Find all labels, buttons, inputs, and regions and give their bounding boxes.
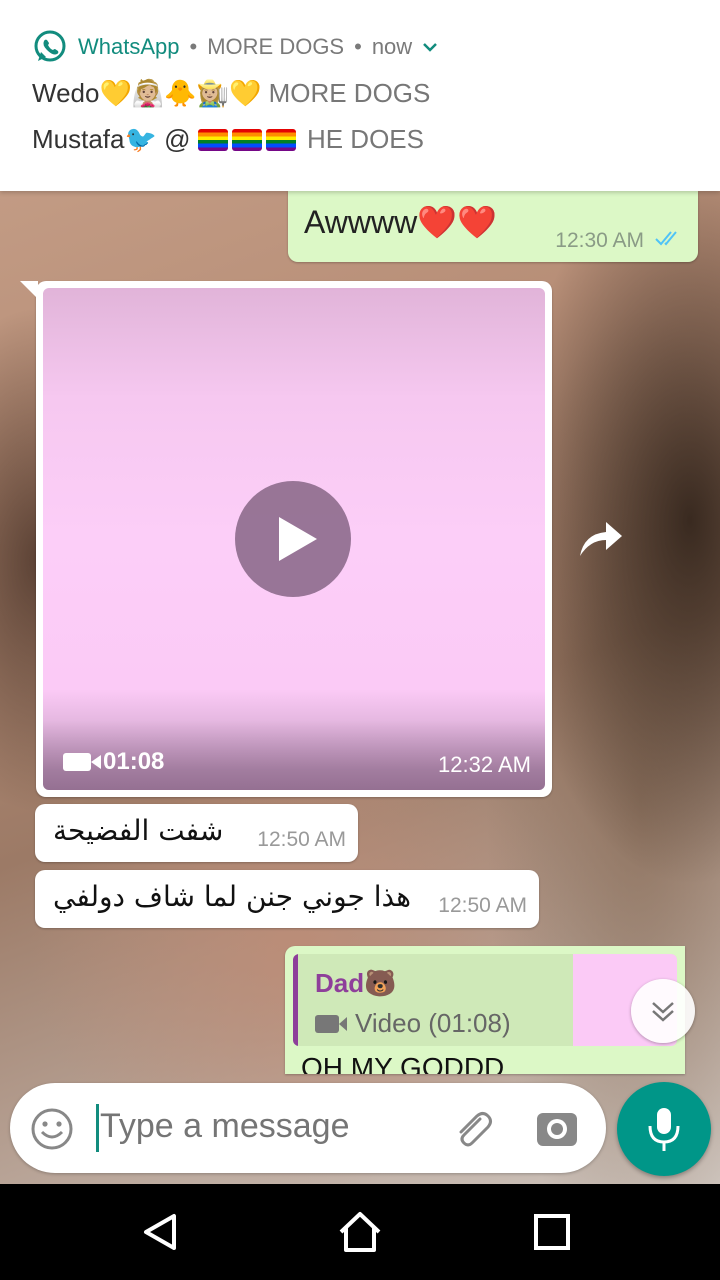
- message-bubble-incoming[interactable]: هذا جوني جنن لما شاف دولفي 12:50 AM: [35, 870, 539, 928]
- notification-header: WhatsApp • MORE DOGS • now: [32, 30, 438, 64]
- reply-message-bubble[interactable]: Dad🐻 Video (01:08) OH MY GODDD: [285, 946, 685, 1074]
- read-ticks-icon: [655, 231, 677, 246]
- camera-icon[interactable]: [536, 1109, 578, 1147]
- mic-button[interactable]: [617, 1082, 711, 1176]
- play-icon[interactable]: [235, 481, 351, 597]
- quote-author: Dad🐻: [315, 968, 397, 998]
- scroll-down-icon: [652, 1002, 674, 1022]
- message-composer: [10, 1083, 606, 1173]
- system-navigation-bar: [0, 1184, 720, 1280]
- video-thumbnail[interactable]: 01:08 12:32 AM: [43, 288, 545, 790]
- heads-up-notification[interactable]: WhatsApp • MORE DOGS • now Wedo💛👰🏼🐥👩🏼‍🌾💛…: [0, 0, 720, 191]
- video-message-bubble[interactable]: 01:08 12:32 AM: [20, 281, 552, 797]
- message-text: Awwww❤️❤️: [304, 204, 497, 240]
- emoji-icon[interactable]: [30, 1107, 74, 1151]
- message-time: 12:30 AM: [555, 229, 644, 252]
- chevron-down-icon[interactable]: [422, 41, 438, 53]
- notification-sender: Wedo💛👰🏼🐥👩🏼‍🌾💛: [32, 78, 262, 108]
- nav-back-icon[interactable]: [136, 1208, 184, 1256]
- whatsapp-icon: [34, 30, 66, 62]
- message-text: هذا جوني جنن لما شاف دولفي: [53, 880, 412, 913]
- notification-text: HE DOES: [306, 124, 424, 154]
- video-duration: 01:08: [63, 748, 164, 776]
- notification-group: MORE DOGS: [207, 34, 345, 59]
- notification-text: MORE DOGS: [268, 78, 431, 108]
- message-bubble-outgoing[interactable]: Awwww❤️❤️ 12:30 AM: [288, 191, 698, 262]
- attach-icon[interactable]: [450, 1107, 496, 1153]
- quote-text: Video (01:08): [355, 1008, 511, 1038]
- scroll-down-button[interactable]: [631, 979, 695, 1043]
- message-text: OH MY GODDD: [301, 1052, 505, 1074]
- message-time: 12:50 AM: [257, 828, 346, 851]
- message-input[interactable]: [100, 1107, 420, 1146]
- notification-app-name: WhatsApp: [78, 34, 180, 59]
- nav-recents-icon[interactable]: [528, 1208, 576, 1256]
- message-time: 12:32 AM: [438, 752, 531, 777]
- notification-time: now: [371, 34, 413, 59]
- separator-dot: •: [354, 34, 362, 59]
- notification-message-1: Wedo💛👰🏼🐥👩🏼‍🌾💛 MORE DOGS: [32, 78, 430, 109]
- video-camera-icon: [63, 753, 101, 771]
- rainbow-flag-icon: [265, 129, 296, 151]
- message-text: شفت الفضيحة: [53, 814, 224, 847]
- rainbow-flag-icon: [197, 129, 228, 151]
- notification-sender: Mustafa🐦 @: [32, 124, 191, 154]
- message-time: 12:50 AM: [438, 894, 527, 917]
- text-caret: [96, 1104, 99, 1152]
- separator-dot: •: [189, 34, 198, 59]
- rainbow-flag-icon: [231, 129, 262, 151]
- video-duration-text: 01:08: [103, 748, 165, 775]
- quote-body: Video (01:08): [315, 1008, 511, 1039]
- video-camera-icon: [315, 1014, 347, 1033]
- forward-icon[interactable]: [576, 516, 626, 560]
- message-bubble-incoming[interactable]: شفت الفضيحة 12:50 AM: [35, 804, 358, 862]
- quoted-message[interactable]: Dad🐻 Video (01:08): [293, 954, 677, 1046]
- quote-accent-bar: [293, 954, 298, 1046]
- nav-home-icon[interactable]: [336, 1208, 384, 1256]
- mic-icon: [648, 1108, 680, 1151]
- notification-message-2: Mustafa🐦 @ HE DOES: [32, 124, 424, 155]
